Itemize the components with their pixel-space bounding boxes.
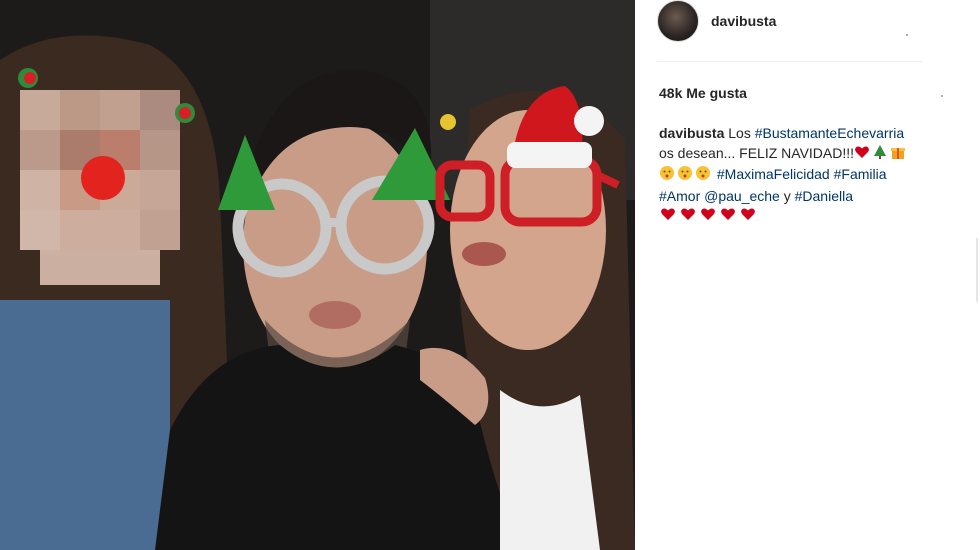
- likes-count[interactable]: 48k Me gusta: [659, 85, 747, 101]
- kiss-face-icon: [695, 165, 711, 187]
- post-photo[interactable]: [0, 0, 635, 550]
- heart-icon: [659, 206, 677, 228]
- caption-username[interactable]: davibusta: [659, 125, 724, 141]
- more-options-icon[interactable]: [906, 34, 908, 36]
- gift-icon: [890, 144, 906, 166]
- caption-text: os desean... FELIZ NAVIDAD!!!: [659, 144, 855, 161]
- mention-link[interactable]: @pau_eche: [704, 188, 780, 204]
- selfie-image: [0, 0, 635, 550]
- post-caption: davibusta Los #BustamanteEchevarria os d…: [659, 124, 934, 228]
- heart-icon: [699, 206, 717, 228]
- scrollbar[interactable]: [976, 238, 978, 302]
- hashtag-link[interactable]: #Daniella: [795, 188, 853, 204]
- avatar[interactable]: [657, 0, 699, 42]
- header-username[interactable]: davibusta: [711, 13, 776, 29]
- caption-text: Los: [728, 125, 751, 141]
- divider: [657, 61, 923, 62]
- heart-icon: [739, 206, 757, 228]
- caption-text: y: [783, 187, 791, 204]
- kiss-face-icon: [677, 165, 693, 187]
- heart-icon: [719, 206, 737, 228]
- hashtag-link[interactable]: #Familia: [834, 166, 887, 182]
- divider-dot: [941, 95, 943, 97]
- heart-icon: [679, 206, 697, 228]
- hashtag-link[interactable]: #MaximaFelicidad: [717, 166, 830, 182]
- post-details-panel: davibusta 48k Me gusta davibusta Los #Bu…: [635, 0, 980, 550]
- post-header: davibusta: [657, 0, 937, 42]
- kiss-face-icon: [659, 165, 675, 187]
- hashtag-link[interactable]: #BustamanteEchevarria: [755, 125, 904, 141]
- christmas-tree-icon: [872, 144, 888, 166]
- heart-icon: [854, 144, 870, 166]
- hashtag-link[interactable]: #Amor: [659, 188, 700, 204]
